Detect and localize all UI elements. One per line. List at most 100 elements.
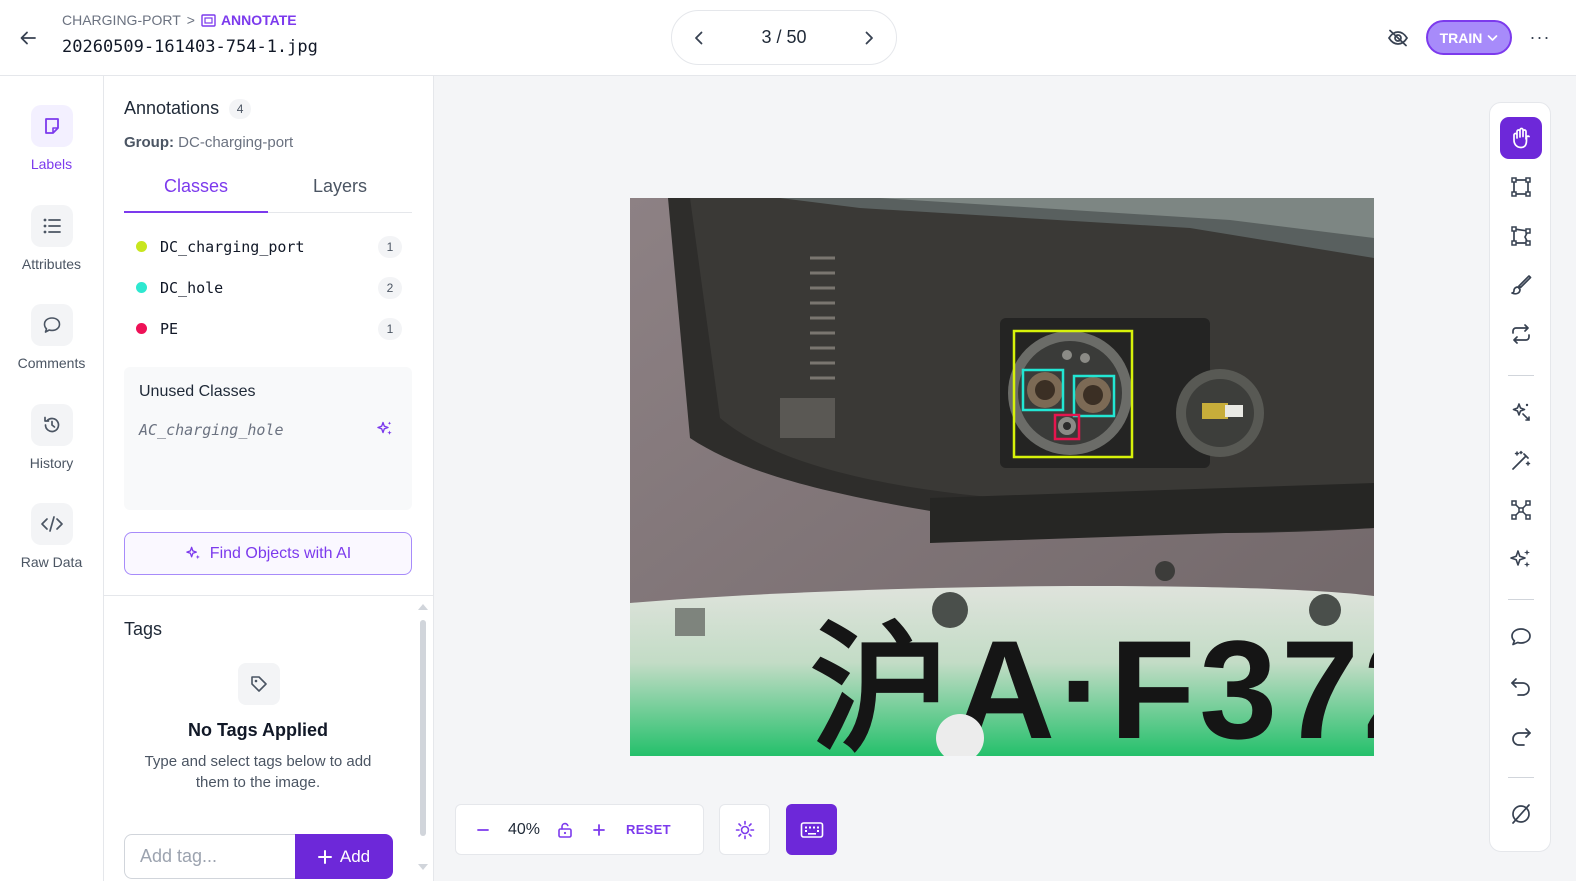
class-count-badge: 1 (378, 317, 402, 340)
toggle-visibility-button[interactable] (1384, 24, 1412, 52)
rail-label-raw-data: Raw Data (20, 554, 83, 570)
keyboard-icon (800, 821, 823, 838)
rail-item-attributes[interactable]: Attributes (0, 205, 103, 272)
zoom-out-button[interactable] (468, 815, 498, 845)
no-tags-description: Type and select tags below to add them t… (144, 753, 372, 791)
find-objects-ai-button[interactable]: Find Objects with AI (124, 532, 412, 575)
group-label: Group: (124, 134, 174, 151)
previous-image-button[interactable] (686, 25, 712, 51)
top-bar: CHARGING-PORT > ANNOTATE 20260509-161403… (0, 0, 1576, 76)
comment-icon (1511, 628, 1531, 646)
image-pager: 3 / 50 (671, 10, 897, 65)
history-icon (30, 404, 73, 446)
group-info: Group: DC-charging-port (124, 134, 293, 151)
zoom-level: 40% (507, 820, 541, 838)
panel-scrollbar[interactable] (417, 604, 429, 876)
keypoint-icon (1511, 500, 1531, 520)
annotation-tools-panel (1489, 102, 1551, 852)
annotated-image[interactable]: 沪A·F3729 (630, 198, 1374, 756)
add-tag-input[interactable] (124, 834, 296, 879)
tag-icon (238, 663, 280, 705)
pan-tool-button[interactable] (1500, 117, 1542, 159)
scroll-thumb[interactable] (420, 620, 426, 836)
redo-button[interactable] (1500, 715, 1542, 757)
magic-wand-tool-button[interactable] (1500, 440, 1542, 482)
class-count-badge: 2 (378, 276, 402, 299)
class-name: PE (160, 319, 179, 338)
scroll-down-arrow[interactable] (418, 864, 428, 870)
ai-sparkle-icon (186, 546, 200, 560)
ai-assist-tool-button[interactable] (1500, 538, 1542, 580)
list-icon (30, 205, 73, 247)
breadcrumb-project[interactable]: CHARGING-PORT (62, 12, 181, 28)
plus-icon (317, 849, 332, 864)
undo-button[interactable] (1500, 665, 1542, 707)
annotate-icon (201, 13, 216, 27)
rail-label-comments: Comments (17, 355, 86, 371)
magic-wand-icon (1512, 450, 1531, 470)
find-objects-label: Find Objects with AI (209, 544, 352, 562)
class-color-dot (136, 323, 147, 334)
rail-item-raw-data[interactable]: Raw Data (0, 503, 103, 570)
class-row-dc-charging-port[interactable]: DC_charging_port 1 (124, 226, 412, 267)
hide-icon (1512, 804, 1530, 824)
zoom-in-button[interactable] (584, 815, 614, 845)
polygon-icon (1511, 226, 1531, 246)
back-button[interactable] (14, 24, 42, 52)
more-options-button[interactable]: ··· (1527, 24, 1553, 50)
bounding-box-tool-button[interactable] (1500, 166, 1542, 208)
add-tag-label: Add (339, 846, 371, 866)
polygon-tool-button[interactable] (1500, 215, 1542, 257)
rail-item-labels[interactable]: Labels (0, 105, 103, 172)
train-button[interactable]: TRAIN (1426, 20, 1512, 55)
brightness-icon (735, 820, 754, 839)
scroll-up-arrow[interactable] (418, 604, 428, 610)
tools-divider (1508, 777, 1534, 778)
rail-item-history[interactable]: History (0, 404, 103, 471)
tools-divider (1508, 599, 1534, 600)
tools-divider (1508, 375, 1534, 376)
annotations-header: Annotations 4 (124, 98, 252, 119)
annotation-canvas[interactable]: 沪A·F3729 40% RESET (434, 76, 1576, 881)
group-value: DC-charging-port (178, 134, 294, 151)
ai-sparkle-icon[interactable] (376, 420, 394, 438)
breadcrumb: CHARGING-PORT > ANNOTATE (62, 12, 297, 28)
label-icon (30, 105, 73, 147)
svg-text:沪A·F3729: 沪A·F3729 (810, 611, 1374, 756)
panel-tabs: Classes Layers (124, 170, 412, 213)
class-name: DC_hole (160, 278, 224, 297)
unused-class-ac-charging-hole[interactable]: AC_charging_hole (139, 421, 284, 439)
rail-label-attributes: Attributes (21, 256, 82, 272)
brightness-button[interactable] (719, 804, 770, 855)
unused-classes-title: Unused Classes (139, 383, 256, 400)
smart-select-icon (1512, 403, 1530, 421)
smart-select-tool-button[interactable] (1500, 391, 1542, 433)
keyboard-shortcuts-button[interactable] (786, 804, 837, 855)
zoom-lock-button[interactable] (550, 815, 580, 845)
undo-icon (1511, 678, 1530, 696)
chevron-down-icon (1488, 34, 1498, 41)
class-row-pe[interactable]: PE 1 (124, 308, 412, 349)
unused-classes-box: Unused Classes AC_charging_hole (124, 367, 412, 510)
no-tags-title: No Tags Applied (187, 720, 328, 740)
rail-label-labels: Labels (30, 156, 73, 172)
comment-tool-button[interactable] (1500, 616, 1542, 658)
tab-layers[interactable]: Layers (268, 170, 412, 212)
redo-icon (1512, 728, 1531, 746)
next-image-button[interactable] (856, 25, 882, 51)
hide-annotations-button[interactable] (1500, 793, 1542, 835)
add-tag-button[interactable]: Add (295, 834, 393, 879)
brush-tool-button[interactable] (1500, 264, 1542, 306)
annotations-title: Annotations (124, 98, 220, 118)
minus-icon (477, 828, 489, 831)
keypoint-tool-button[interactable] (1500, 489, 1542, 531)
annotations-panel: Annotations 4 Group: DC-charging-port Cl… (104, 76, 434, 881)
page-counter: 3 / 50 (761, 27, 807, 47)
zoom-reset-button[interactable]: RESET (626, 822, 671, 837)
eye-off-icon (1387, 29, 1409, 47)
plus-icon (593, 823, 605, 836)
convert-tool-button[interactable] (1500, 313, 1542, 355)
class-row-dc-hole[interactable]: DC_hole 2 (124, 267, 412, 308)
rail-item-comments[interactable]: Comments (0, 304, 103, 371)
tab-classes[interactable]: Classes (124, 170, 268, 213)
